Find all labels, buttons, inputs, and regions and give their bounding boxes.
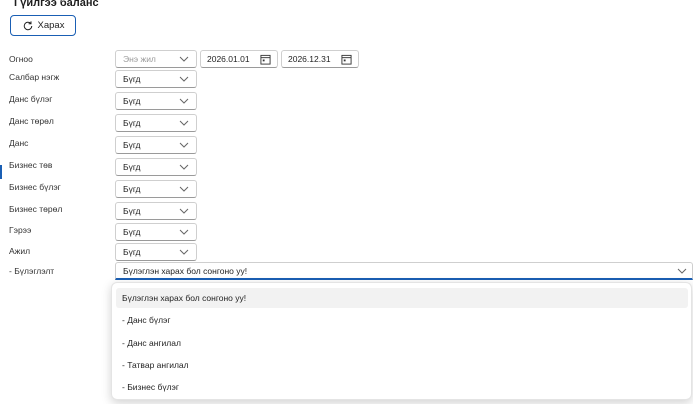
chevron-down-icon <box>179 249 189 255</box>
filter-select-account-group[interactable]: Бүгд <box>115 92 197 110</box>
filter-label-contract: Гэрээ <box>9 225 32 235</box>
filter-label-business-group: Бизнес бүлэг <box>9 182 61 192</box>
filter-label-account-type: Данс төрөл <box>9 116 54 126</box>
dropdown-option[interactable]: - Данс ангилал <box>116 333 688 353</box>
date-label: Огноо <box>9 54 33 64</box>
filter-select-business-center[interactable]: Бүгд <box>115 158 197 176</box>
filter-select-contract[interactable]: Бүгд <box>115 223 197 241</box>
chevron-down-icon <box>179 76 189 82</box>
grouping-dropdown-list: Бүлэглэн харах бол сонгоно уу! - Данс бү… <box>111 282 692 400</box>
filter-label-account-group: Данс бүлэг <box>9 94 53 104</box>
filter-select-value: Бүгд <box>123 140 141 150</box>
filter-select-value: Бүгд <box>123 184 141 194</box>
chevron-down-icon <box>179 164 189 170</box>
filter-label-branch: Салбар нэгж <box>9 72 60 82</box>
filter-select-value: Бүгд <box>123 74 141 84</box>
chevron-down-icon <box>179 120 189 126</box>
grouping-select[interactable]: Бүлэглэн харах бол сонгоно уу! <box>115 262 693 280</box>
filter-select-value: Бүгд <box>123 227 141 237</box>
date-to-value: 2026.12.31 <box>288 54 331 64</box>
refresh-button-label: Харах <box>37 20 65 31</box>
filter-select-account-type[interactable]: Бүгд <box>115 114 197 132</box>
calendar-icon[interactable] <box>260 54 271 65</box>
date-from-value: 2026.01.01 <box>207 54 250 64</box>
filter-select-value: Бүгд <box>123 247 141 257</box>
refresh-button[interactable]: Харах <box>10 15 76 36</box>
grouping-label: - Бүлэглэлт <box>9 266 55 276</box>
date-to-field[interactable]: 2026.12.31 <box>281 50 359 68</box>
chevron-down-icon <box>179 56 189 62</box>
chevron-down-icon <box>677 268 687 274</box>
filter-select-account[interactable]: Бүгд <box>115 136 197 154</box>
filter-select-job[interactable]: Бүгд <box>115 243 197 261</box>
chevron-down-icon <box>179 186 189 192</box>
dropdown-option[interactable]: - Данс бүлэг <box>116 310 688 330</box>
calendar-icon[interactable] <box>341 54 352 65</box>
chevron-down-icon <box>179 208 189 214</box>
filter-select-value: Бүгд <box>123 162 141 172</box>
period-select[interactable]: Энэ жил <box>115 50 197 68</box>
chevron-down-icon <box>179 98 189 104</box>
filter-label-business-center: Бизнес төв <box>9 160 53 170</box>
filter-label-business-type: Бизнес төрөл <box>9 204 63 214</box>
refresh-icon <box>23 20 32 30</box>
chevron-down-icon <box>179 229 189 235</box>
page-title: Гүйлгээ баланс <box>14 0 99 9</box>
filter-select-business-group[interactable]: Бүгд <box>115 180 197 198</box>
filter-select-value: Бүгд <box>123 206 141 216</box>
dropdown-option[interactable]: - Бизнес бүлэг <box>116 377 688 397</box>
filter-select-business-type[interactable]: Бүгд <box>115 202 197 220</box>
chevron-down-icon <box>179 142 189 148</box>
side-accent-bar <box>0 165 2 179</box>
filter-select-value: Бүгд <box>123 96 141 106</box>
filter-label-job: Ажил <box>9 246 31 256</box>
filter-label-account: Данс <box>9 138 29 148</box>
period-select-value: Энэ жил <box>123 54 156 64</box>
filter-select-branch[interactable]: Бүгд <box>115 70 197 88</box>
dropdown-option[interactable]: - Татвар ангилал <box>116 355 688 375</box>
dropdown-option[interactable]: Бүлэглэн харах бол сонгоно уу! <box>116 288 688 308</box>
filter-select-value: Бүгд <box>123 118 141 128</box>
date-from-field[interactable]: 2026.01.01 <box>200 50 278 68</box>
grouping-select-value: Бүлэглэн харах бол сонгоно уу! <box>123 265 248 276</box>
